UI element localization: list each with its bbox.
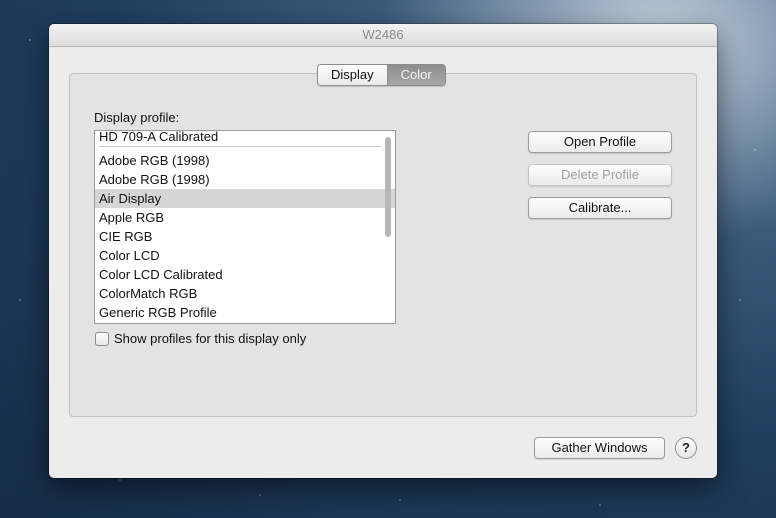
- list-item[interactable]: CIE RGB: [95, 227, 395, 246]
- list-item[interactable]: Adobe RGB (1998): [95, 170, 395, 189]
- list-item[interactable]: Adobe RGB (1998): [95, 151, 395, 170]
- list-scrollbar[interactable]: [385, 137, 391, 237]
- open-profile-button[interactable]: Open Profile: [528, 131, 672, 153]
- list-item-selected[interactable]: Air Display: [95, 189, 395, 208]
- display-profile-label: Display profile:: [94, 110, 180, 125]
- list-item[interactable]: Color LCD Calibrated: [95, 265, 395, 284]
- help-button[interactable]: ?: [675, 437, 697, 459]
- show-profiles-checkbox-row[interactable]: Show profiles for this display only: [95, 331, 306, 346]
- list-item[interactable]: Apple RGB: [95, 208, 395, 227]
- list-separator: [99, 146, 381, 147]
- window-title: W2486: [49, 24, 717, 47]
- show-profiles-checkbox[interactable]: [95, 331, 109, 346]
- list-item[interactable]: Color LCD: [95, 246, 395, 265]
- display-preferences-window: W2486 Display Color Display profile: HD …: [49, 24, 717, 478]
- show-profiles-label: Show profiles for this display only: [114, 331, 307, 346]
- gather-windows-button[interactable]: Gather Windows: [534, 437, 665, 459]
- tab-display[interactable]: Display: [318, 65, 387, 85]
- tab-bar: Display Color: [317, 64, 446, 86]
- display-profile-list[interactable]: HD 709-A Calibrated Adobe RGB (1998) Ado…: [94, 130, 396, 324]
- delete-profile-button[interactable]: Delete Profile: [528, 164, 672, 186]
- list-item[interactable]: HD 709-A Calibrated: [95, 131, 395, 144]
- list-item[interactable]: Generic RGB Profile: [95, 303, 395, 322]
- calibrate-button[interactable]: Calibrate...: [528, 197, 672, 219]
- tab-color[interactable]: Color: [386, 65, 445, 85]
- list-item[interactable]: ColorMatch RGB: [95, 284, 395, 303]
